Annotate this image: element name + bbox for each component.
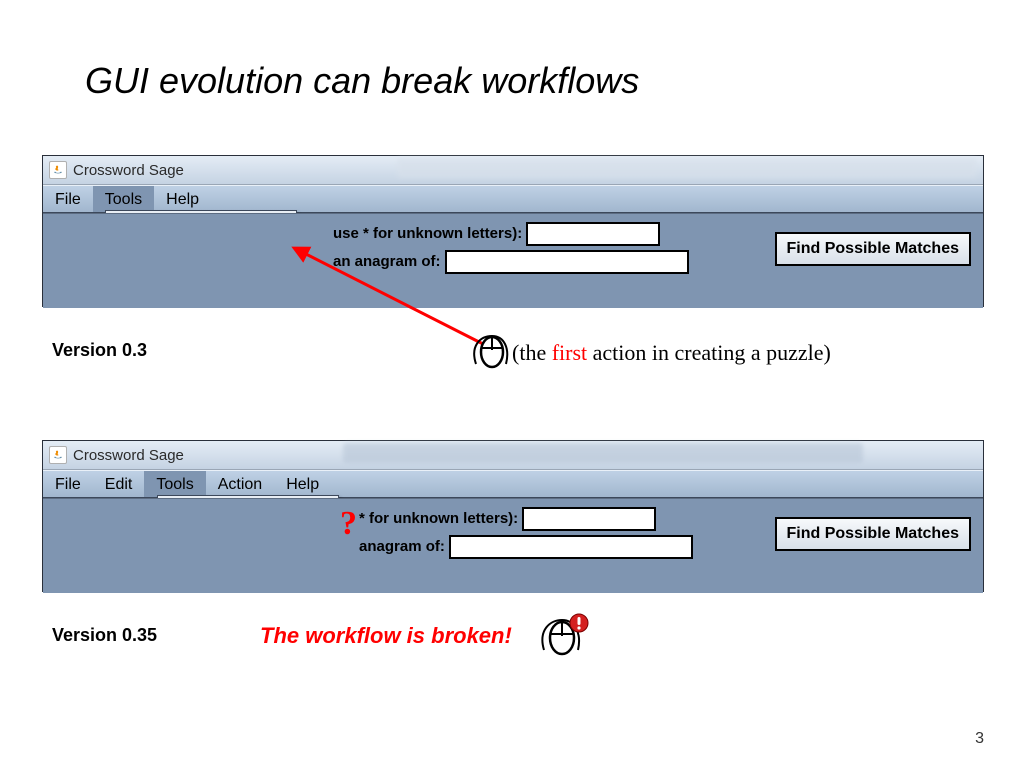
hint-unknown-letters: use * for unknown letters): — [333, 225, 522, 242]
page-number: 3 — [975, 730, 984, 748]
anagram-input[interactable] — [445, 250, 689, 274]
hint-anagram: an anagram of: — [333, 253, 441, 270]
java-icon — [49, 161, 67, 179]
window-title: Crossword Sage — [73, 162, 184, 179]
anagram-input[interactable] — [449, 535, 693, 559]
app-window-v035: Crossword Sage File Edit Tools Action He… — [42, 440, 984, 592]
menu-help[interactable]: Help — [274, 471, 331, 497]
menu-tools[interactable]: Tools — [93, 186, 154, 212]
find-possible-matches-button[interactable]: Find Possible Matches — [775, 232, 971, 266]
toolbar-row: * for unknown letters): anagram of: Find… — [43, 498, 983, 593]
unknown-letters-input[interactable] — [522, 507, 656, 531]
titlebar: Crossword Sage — [43, 156, 983, 185]
menu-help[interactable]: Help — [154, 186, 211, 212]
version-label-03: Version 0.3 — [52, 340, 147, 361]
menubar: File Edit Tools Action Help — [43, 470, 983, 498]
menu-file[interactable]: File — [43, 186, 93, 212]
app-window-v03: Crossword Sage File Tools Help Solve New… — [42, 155, 984, 307]
titlebar-blur — [343, 443, 863, 463]
menu-action[interactable]: Action — [206, 471, 274, 497]
hint-anagram: anagram of: — [359, 538, 445, 555]
find-possible-matches-button[interactable]: Find Possible Matches — [775, 517, 971, 551]
first-action-annotation: (the first action in creating a puzzle) — [512, 340, 831, 366]
hint-unknown-letters: * for unknown letters): — [359, 510, 518, 527]
menu-file[interactable]: File — [43, 471, 93, 497]
titlebar: Crossword Sage — [43, 441, 983, 470]
question-mark-annotation: ? — [340, 505, 357, 543]
toolbar-row: use * for unknown letters): an anagram o… — [43, 213, 983, 308]
slide-title: GUI evolution can break workflows — [85, 60, 639, 102]
workflow-broken-annotation: The workflow is broken! — [260, 623, 512, 649]
unknown-letters-input[interactable] — [526, 222, 660, 246]
java-icon — [49, 446, 67, 464]
mouse-alert-icon — [538, 612, 590, 663]
menu-edit[interactable]: Edit — [93, 471, 145, 497]
window-title: Crossword Sage — [73, 447, 184, 464]
menu-tools[interactable]: Tools — [144, 471, 205, 497]
mouse-icon — [470, 330, 514, 375]
titlebar-blur — [397, 158, 977, 178]
version-label-035: Version 0.35 — [52, 625, 157, 646]
menubar: File Tools Help — [43, 185, 983, 213]
